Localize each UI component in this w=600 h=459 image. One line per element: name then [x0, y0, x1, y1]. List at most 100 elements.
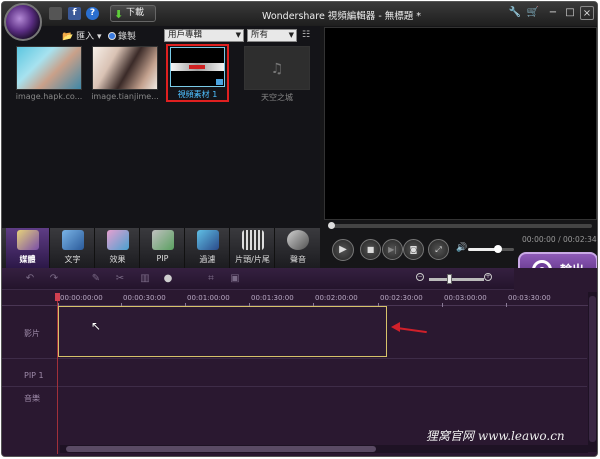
app-logo [4, 3, 42, 41]
ruler-tick: 00:03:00:00 [442, 294, 487, 307]
track-label-video: 影片 [24, 329, 40, 338]
title-bar: f ? ⬇ 下載 Wondershare 視頻編輯器 - 無標題 * 🔧 🛒 −… [2, 2, 597, 26]
ruler-tick: 00:01:00:00 [185, 294, 230, 307]
seek-knob[interactable] [328, 222, 335, 229]
track-label-music: 音樂 [24, 394, 40, 403]
album-select-value: 用戶專輯 [168, 30, 203, 40]
volume-slider[interactable] [468, 245, 514, 253]
ruler-tick: 00:00:30:00 [121, 294, 166, 307]
zoom-out-icon[interactable]: − [416, 273, 424, 281]
time-ruler[interactable]: 00:00:00:00 00:00:30:00 00:01:00:00 00:0… [2, 292, 597, 307]
feature-tabs: 媒體 文字 效果 PIP 過濾 片頭/片尾 聲音 [2, 228, 320, 268]
tab-label: 聲音 [290, 255, 306, 264]
timeline-toolbar: ↶ ↷ ✎ ✂ ▥ ● ⌗ ▣ − + [2, 268, 514, 290]
tab-media[interactable]: 媒體 [6, 228, 50, 268]
filter-icon [196, 230, 219, 250]
media-item[interactable]: image.hapk.co... [14, 46, 84, 101]
close-button[interactable]: × [580, 6, 594, 20]
media-caption: image.tianjime... [91, 92, 159, 101]
media-item[interactable]: ♫ 天空之城 [242, 46, 312, 103]
maximize-button[interactable]: □ [563, 6, 577, 20]
edit-icon[interactable]: ✎ [90, 273, 102, 285]
tab-intro-credits[interactable]: 片頭/片尾 [231, 228, 275, 268]
fullscreen-button[interactable]: ⤢ [428, 239, 449, 260]
minimize-button[interactable]: − [546, 6, 560, 20]
vertical-scrollbar[interactable] [588, 292, 597, 452]
menu-icon[interactable] [49, 7, 62, 20]
media-caption: 視頻素材 1 [177, 90, 218, 99]
mark-button[interactable]: ▶| [382, 239, 403, 260]
ruler-tick: 00:02:00:00 [313, 294, 358, 307]
crop-icon[interactable]: ⌗ [205, 273, 217, 285]
scroll-thumb[interactable] [589, 296, 596, 442]
microphone-icon [287, 230, 309, 250]
view-mode-icon[interactable]: ☷ [302, 30, 310, 40]
import-label: 匯入 [76, 32, 95, 42]
watermark: 狸窝官网 www.leawo.cn [426, 429, 565, 443]
snapshot-button[interactable]: ◙ [403, 239, 424, 260]
tab-label: 媒體 [19, 255, 36, 264]
redo-icon[interactable]: ↷ [48, 273, 60, 285]
zoom-slider[interactable] [429, 274, 484, 284]
timecode: 00:00:00 / 00:02:34 [522, 235, 597, 244]
film-strip-icon [241, 230, 264, 250]
media-thumbnail [16, 46, 82, 90]
facebook-icon[interactable]: f [68, 7, 81, 20]
pip-icon [151, 230, 174, 250]
download-button[interactable]: ⬇ 下載 [110, 5, 156, 22]
play-button[interactable]: ▶ [332, 239, 354, 261]
media-caption: image.hapk.co... [15, 92, 83, 101]
zoom-in-icon[interactable]: + [484, 273, 492, 281]
ruler-tick: 00:03:30:00 [506, 294, 551, 307]
download-label: 下載 [126, 8, 145, 18]
window-title: Wondershare 視頻編輯器 - 無標題 * [262, 11, 422, 22]
volume-knob[interactable] [493, 245, 502, 253]
tab-effects[interactable]: 效果 [96, 228, 140, 268]
record-icon [108, 32, 116, 40]
tab-pip[interactable]: PIP [141, 228, 185, 268]
folder-icon: 📂 [62, 32, 74, 42]
ruler-tick: 00:00:00:00 [58, 294, 103, 307]
import-button[interactable]: 📂 匯入 ▾ [62, 29, 102, 42]
chevron-down-icon: ▼ [288, 31, 294, 39]
library-toolbar: 📂 匯入 ▾ 錄製 用戶專輯 ▼ 所有 ▼ ☷ [2, 26, 320, 44]
tab-label: 效果 [109, 255, 126, 264]
horizontal-scrollbar[interactable] [60, 445, 588, 453]
annotation-arrow-head [391, 322, 400, 332]
undo-icon[interactable]: ↶ [24, 273, 36, 285]
wrench-icon[interactable]: 🔧 [508, 6, 522, 20]
split-screen-icon[interactable]: ▣ [229, 273, 241, 285]
tab-text[interactable]: 文字 [51, 228, 95, 268]
film-icon [16, 230, 39, 250]
tab-filters[interactable]: 過濾 [186, 228, 230, 268]
tab-label: 文字 [64, 255, 81, 264]
microphone-icon[interactable]: ● [162, 273, 174, 285]
album-select[interactable]: 用戶專輯 ▼ [164, 29, 244, 42]
volume-icon[interactable]: 🔊 [456, 243, 467, 253]
media-thumbnail [170, 47, 225, 87]
ruler-tick: 00:02:30:00 [378, 294, 423, 307]
track-label-pip: PIP 1 [24, 371, 44, 380]
chevron-down-icon: ▾ [96, 32, 102, 42]
cart-icon[interactable]: 🛒 [526, 6, 540, 20]
stop-button[interactable]: ■ [360, 239, 381, 260]
scissors-icon[interactable]: ✂ [114, 273, 126, 285]
seek-bar[interactable] [328, 222, 592, 229]
tab-label: 片頭/片尾 [235, 255, 270, 264]
media-item[interactable]: image.tianjime... [90, 46, 160, 101]
media-thumbnail [92, 46, 158, 90]
mouse-cursor-icon: ↖ [91, 319, 102, 333]
tab-sound[interactable]: 聲音 [276, 228, 320, 268]
scroll-thumb[interactable] [66, 446, 376, 452]
chevron-down-icon: ▼ [235, 31, 241, 39]
help-icon[interactable]: ? [86, 7, 99, 20]
zoom-knob[interactable] [447, 274, 452, 284]
tab-label: 過濾 [199, 255, 216, 264]
filter-select-value: 所有 [251, 30, 269, 40]
effects-icon [106, 230, 129, 250]
media-item-selected[interactable]: 視頻素材 1 [166, 44, 229, 102]
filter-select[interactable]: 所有 ▼ [247, 29, 297, 42]
record-button[interactable]: 錄製 [108, 29, 136, 42]
video-clip[interactable] [58, 306, 387, 357]
trash-icon[interactable]: ▥ [139, 273, 151, 285]
